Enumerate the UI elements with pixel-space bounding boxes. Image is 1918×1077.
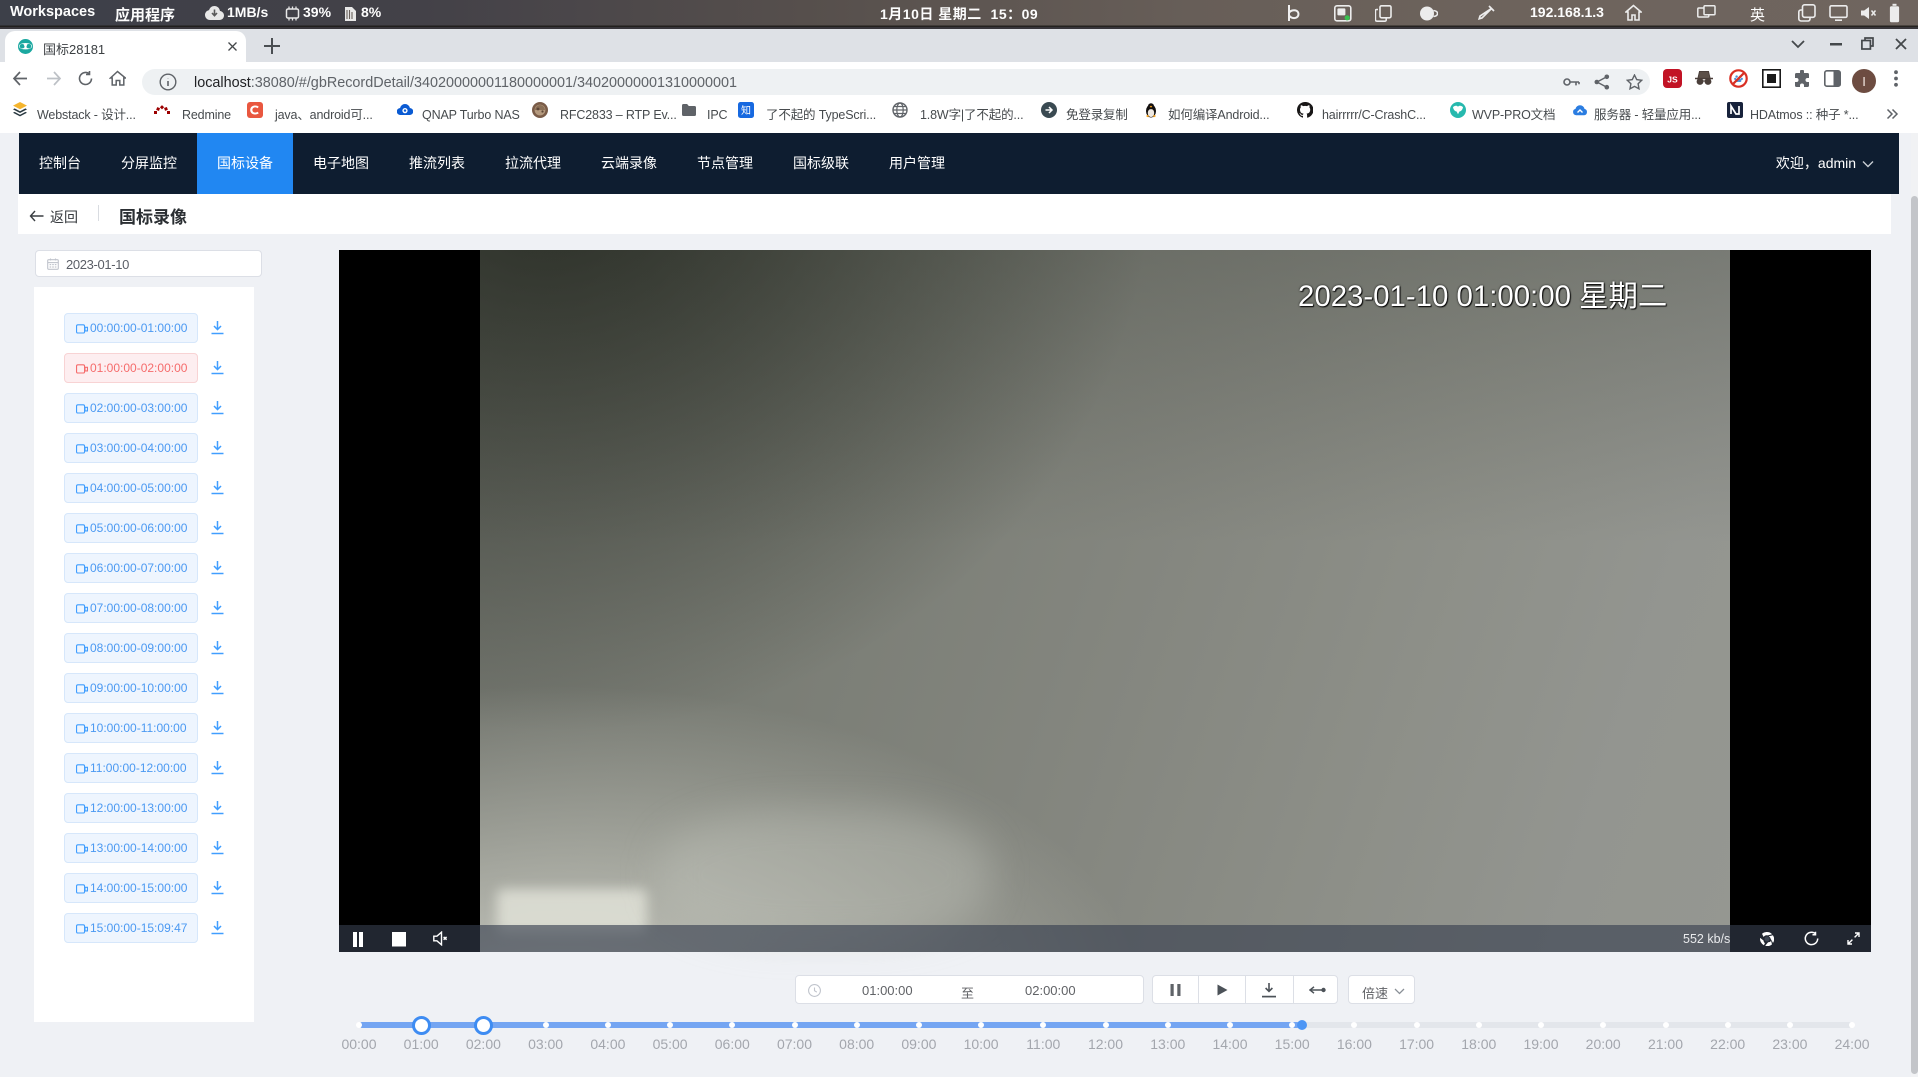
svg-text:知: 知 [741, 102, 751, 117]
svg-text:JS: JS [1667, 75, 1678, 85]
svg-text:I: I [1862, 74, 1866, 89]
